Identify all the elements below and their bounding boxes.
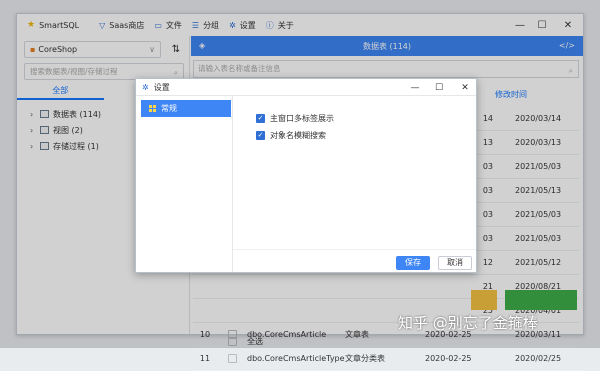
nav-item-general[interactable]: 常规 (141, 100, 231, 117)
dialog-maximize-button[interactable]: ☐ (428, 79, 450, 96)
grid-icon (149, 105, 156, 112)
dialog-nav: 常规 (136, 96, 233, 272)
watermark: 知乎 @别忘了金箍棒 (398, 314, 538, 332)
option-fuzzy-search[interactable]: ✓ 对象名模糊搜索 (256, 130, 326, 141)
dialog-minimize-button[interactable]: — (404, 79, 426, 96)
table-row[interactable]: 11 dbo.CoreCmsArticleType 文章分类表 2020-02-25 2… (193, 347, 579, 371)
option-multi-tab[interactable]: ✓ 主窗口多标签展示 (256, 113, 334, 124)
save-button[interactable]: 保存 (396, 256, 430, 270)
dialog-close-button[interactable]: ✕ (454, 79, 476, 96)
gear-icon: ✲ (142, 82, 149, 92)
settings-dialog: ✲ 设置 — ☐ ✕ 常规 ✓ 主窗口多标签展示 ✓ 对象名模糊搜索 保存 取消 (135, 78, 477, 273)
checkbox-checked-icon[interactable]: ✓ (256, 114, 265, 123)
dialog-title: 设置 (153, 82, 170, 92)
checkbox-checked-icon[interactable]: ✓ (256, 131, 265, 140)
cancel-button[interactable]: 取消 (438, 256, 472, 270)
row-checkbox[interactable] (227, 354, 237, 363)
